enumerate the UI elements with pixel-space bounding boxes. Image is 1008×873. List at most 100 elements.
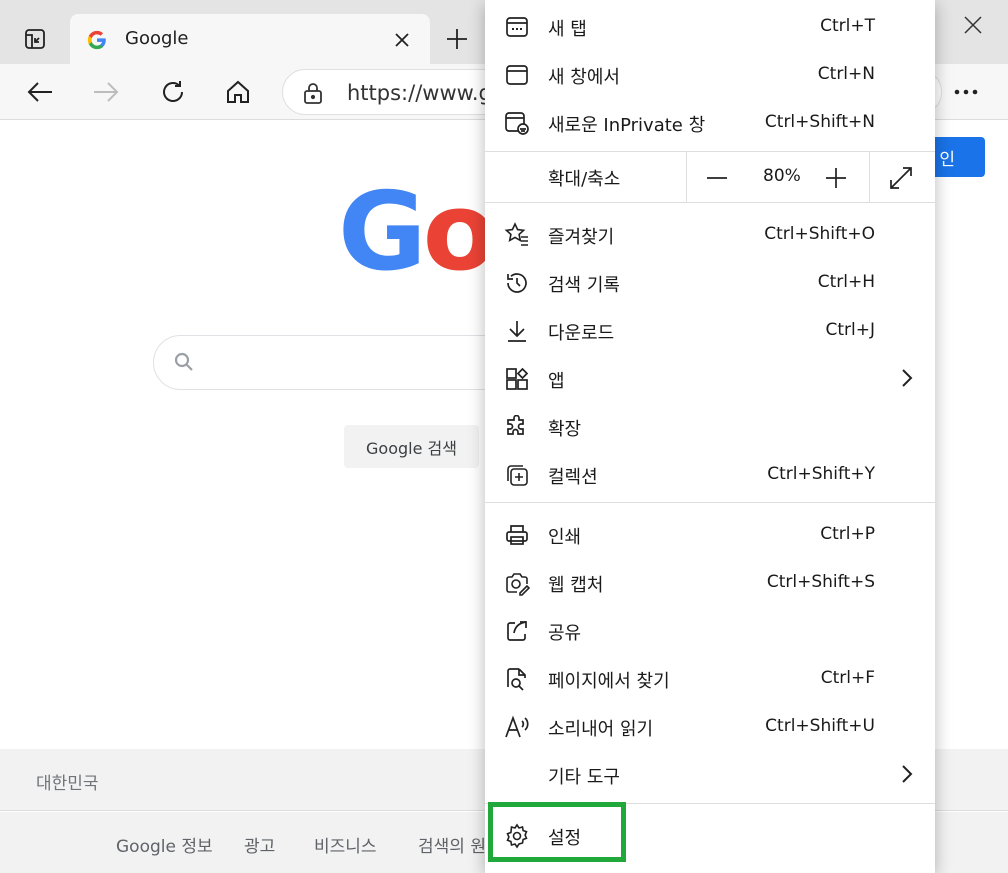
menu-item-label: 웹 캡처	[548, 575, 604, 596]
window-close-button[interactable]	[958, 10, 988, 40]
logo-letter-o: o	[422, 170, 497, 295]
tab-google[interactable]: Google	[70, 14, 430, 66]
zoom-label: 확대/축소	[548, 169, 621, 190]
menu-item-web-capture[interactable]: 웹 캡처 Ctrl+Shift+S	[485, 558, 935, 606]
menu-item-label: 검색 기록	[548, 275, 620, 296]
settings-and-more-menu: 새 탭 Ctrl+T 새 창에서 Ctrl+N 새로운 InPrivate 창 …	[485, 0, 935, 873]
chevron-right-icon	[902, 765, 913, 783]
menu-item-shortcut: Ctrl+Shift+U	[765, 716, 875, 736]
more-dots-icon	[954, 89, 978, 95]
minus-icon	[707, 177, 727, 179]
tab-close-button[interactable]	[390, 28, 414, 52]
zoom-in-button[interactable]	[821, 163, 851, 193]
google-g-icon	[87, 30, 106, 50]
tab-actions-icon	[25, 29, 45, 49]
fullscreen-button[interactable]	[886, 163, 916, 193]
apps-icon	[504, 366, 530, 392]
menu-item-label: 앱	[548, 371, 565, 392]
search-icon	[174, 352, 193, 371]
menu-item-shortcut: Ctrl+Shift+Y	[767, 464, 875, 484]
menu-item-label: 다운로드	[548, 323, 615, 344]
google-search-button[interactable]: Google 검색	[344, 425, 479, 468]
menu-item-more-tools[interactable]: 기타 도구	[485, 750, 935, 798]
collections-icon	[504, 462, 530, 488]
new-tab-icon	[504, 14, 530, 40]
menu-separator	[485, 502, 935, 503]
menu-item-label: 즐겨찾기	[548, 227, 615, 248]
forward-button[interactable]	[88, 74, 124, 110]
menu-item-inprivate-window[interactable]: 새로운 InPrivate 창 Ctrl+Shift+N	[485, 98, 935, 146]
lock-icon	[304, 83, 322, 104]
zoom-divider	[869, 152, 870, 202]
menu-item-label: 새로운 InPrivate 창	[548, 115, 706, 136]
home-icon	[227, 80, 249, 103]
footer-link-about[interactable]: Google 정보	[116, 832, 213, 857]
menu-item-history[interactable]: 검색 기록 Ctrl+H	[485, 258, 935, 306]
web-capture-icon	[504, 570, 530, 596]
menu-item-label: 공유	[548, 623, 582, 644]
zoom-value: 80%	[763, 166, 801, 186]
country-label: 대한민국	[36, 774, 99, 794]
menu-item-collections[interactable]: 컬렉션 Ctrl+Shift+Y	[485, 450, 935, 498]
menu-item-downloads[interactable]: 다운로드 Ctrl+J	[485, 306, 935, 354]
settings-and-more-button[interactable]	[944, 74, 988, 110]
zoom-out-button[interactable]	[702, 163, 732, 193]
home-button[interactable]	[220, 74, 256, 110]
close-icon	[964, 16, 982, 34]
menu-item-shortcut: Ctrl+Shift+N	[764, 112, 875, 132]
menu-item-shortcut: Ctrl+T	[820, 16, 875, 36]
menu-item-favorites[interactable]: 즐겨찾기 Ctrl+Shift+O	[485, 210, 935, 258]
menu-item-label: 인쇄	[548, 527, 582, 548]
find-in-page-icon	[504, 666, 530, 692]
menu-item-extensions[interactable]: 확장	[485, 402, 935, 450]
logo-letter-g: G	[338, 170, 427, 295]
menu-item-label: 확장	[548, 419, 582, 440]
menu-item-print[interactable]: 인쇄 Ctrl+P	[485, 510, 935, 558]
new-tab-button[interactable]	[440, 22, 474, 56]
fullscreen-icon	[890, 167, 912, 189]
menu-item-shortcut: Ctrl+N	[817, 64, 875, 84]
zoom-divider	[686, 152, 687, 202]
menu-item-shortcut: Ctrl+Shift+O	[764, 224, 875, 244]
refresh-icon	[163, 81, 183, 102]
close-icon	[395, 33, 409, 47]
tab-title: Google	[125, 28, 189, 49]
url-text: https://www.g	[347, 81, 492, 105]
menu-item-read-aloud[interactable]: 소리내어 읽기 Ctrl+Shift+U	[485, 702, 935, 750]
footer-link-ads[interactable]: 광고	[244, 832, 275, 857]
plus-icon	[826, 168, 846, 188]
forward-arrow-icon	[94, 82, 119, 102]
menu-item-apps[interactable]: 앱	[485, 354, 935, 402]
tab-actions-button[interactable]	[14, 18, 56, 60]
footer-link-business[interactable]: 비즈니스	[314, 832, 377, 857]
menu-item-share[interactable]: 공유	[485, 606, 935, 654]
plus-icon	[447, 29, 467, 49]
menu-item-label: 새 창에서	[548, 67, 620, 88]
menu-item-shortcut: Ctrl+P	[820, 524, 875, 544]
menu-item-find-in-page[interactable]: 페이지에서 찾기 Ctrl+F	[485, 654, 935, 702]
menu-item-shortcut: Ctrl+Shift+S	[766, 572, 875, 592]
menu-item-shortcut: Ctrl+H	[817, 272, 875, 292]
menu-item-label: 소리내어 읽기	[548, 719, 654, 740]
extensions-icon	[504, 414, 530, 440]
new-window-icon	[504, 62, 530, 88]
settings-highlight-box	[488, 802, 626, 862]
favorites-icon	[504, 222, 530, 248]
menu-item-shortcut: Ctrl+J	[825, 320, 875, 340]
menu-item-new-tab[interactable]: 새 탭 Ctrl+T	[485, 2, 935, 50]
back-button[interactable]	[22, 74, 58, 110]
menu-item-label: 기타 도구	[548, 767, 620, 788]
zoom-row: 확대/축소 80%	[485, 152, 935, 202]
back-arrow-icon	[27, 82, 52, 102]
download-icon	[504, 318, 530, 344]
refresh-button[interactable]	[155, 74, 191, 110]
menu-separator	[485, 202, 935, 203]
menu-item-shortcut: Ctrl+F	[820, 668, 875, 688]
menu-item-label: 새 탭	[548, 19, 587, 40]
footer-link-how-search-works[interactable]: 검색의 원	[418, 832, 486, 857]
share-icon	[504, 618, 530, 644]
read-aloud-icon	[504, 714, 530, 740]
menu-item-new-window[interactable]: 새 창에서 Ctrl+N	[485, 50, 935, 98]
print-icon	[504, 522, 530, 548]
menu-item-label: 페이지에서 찾기	[548, 671, 670, 692]
